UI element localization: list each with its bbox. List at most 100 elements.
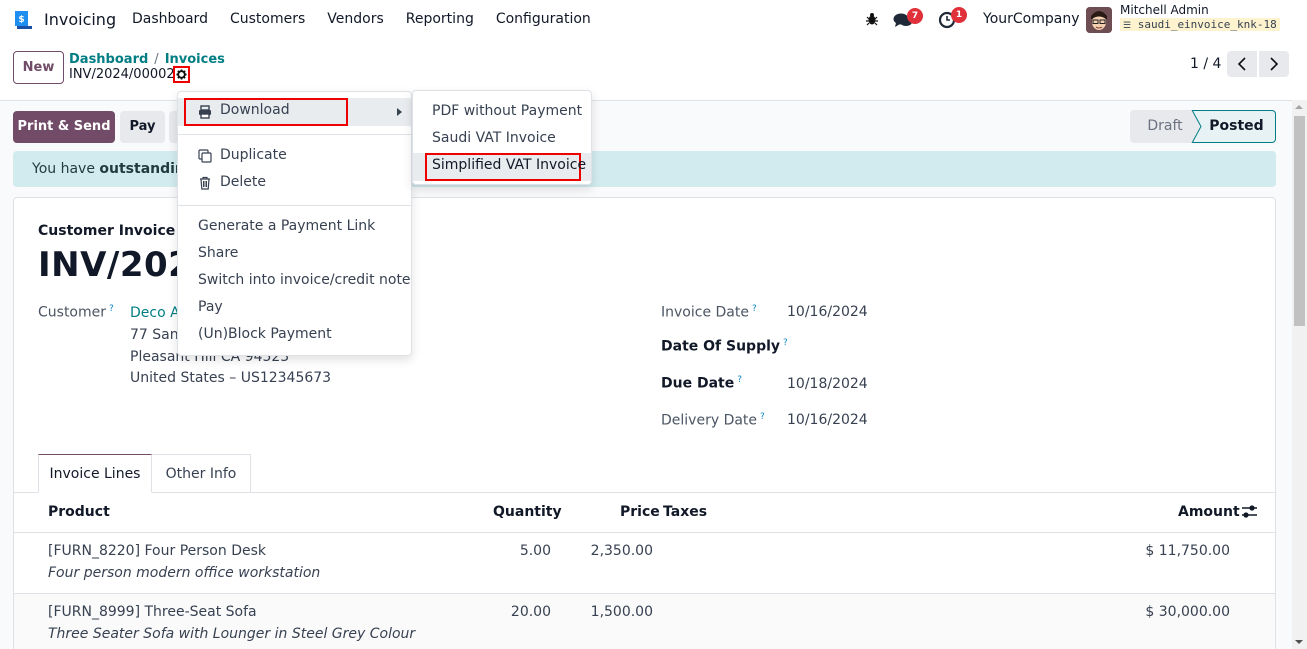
line-product[interactable]: [FURN_8220] Four Person Desk [48, 543, 266, 559]
help-tooltip-icon[interactable]: ? [752, 304, 757, 314]
help-tooltip-icon[interactable]: ? [109, 304, 114, 314]
delivery-date-label: Delivery Date? [661, 412, 765, 429]
due-date-label-text: Due Date [661, 375, 735, 392]
trash-icon [200, 176, 210, 190]
line-amount: $ 11,750.00 [1145, 543, 1230, 559]
pager-previous-button[interactable] [1227, 51, 1257, 77]
invoice-date-label-text: Invoice Date [661, 304, 749, 321]
printer-icon [199, 105, 211, 119]
date-of-supply-label: Date Of Supply? [661, 338, 788, 355]
menu-vendors[interactable]: Vendors [327, 11, 383, 27]
breadcrumb-dashboard[interactable]: Dashboard [69, 52, 148, 67]
line-quantity[interactable]: 20.00 [470, 604, 551, 620]
status-arrow-icon [1185, 110, 1205, 143]
tabs-divider [14, 492, 1275, 493]
debug-bug-icon[interactable] [866, 12, 878, 26]
column-header-quantity[interactable]: Quantity [493, 504, 562, 520]
page-scrollbar[interactable] [1292, 100, 1307, 649]
menu-configuration[interactable]: Configuration [496, 11, 591, 27]
column-header-price[interactable]: Price [620, 504, 660, 520]
menu-divider [178, 205, 411, 206]
duplicate-icon [198, 149, 212, 163]
user-avatar[interactable] [1086, 7, 1112, 33]
invoice-date-label: Invoice Date? [661, 304, 757, 321]
optional-columns-toggle-icon[interactable] [1241, 504, 1258, 519]
column-header-product[interactable]: Product [48, 504, 110, 520]
submenu-item-saudi-vat-invoice[interactable]: Saudi VAT Invoice [432, 130, 556, 146]
gear-icon [176, 69, 187, 80]
customer-label-text: Customer [38, 304, 107, 321]
database-name-text: saudi_einvoice_knk-18 [1137, 18, 1277, 31]
invoicing-app-icon[interactable]: $ [13, 9, 34, 30]
user-name[interactable]: Mitchell Admin [1120, 3, 1209, 17]
date-of-supply-label-text: Date Of Supply [661, 338, 781, 355]
database-icon: ☰ [1123, 21, 1132, 31]
menu-item-unblock-payment[interactable]: (Un)Block Payment [198, 326, 332, 342]
chevron-left-icon [1237, 57, 1246, 71]
print-send-button[interactable]: Print & Send [13, 111, 115, 143]
menu-dashboard[interactable]: Dashboard [132, 11, 208, 27]
pager-value[interactable]: 1 / 4 [1190, 56, 1221, 72]
pager-next-button[interactable] [1259, 51, 1289, 77]
help-tooltip-icon[interactable]: ? [760, 412, 765, 422]
svg-text:$: $ [18, 15, 24, 25]
menu-item-generate-payment-link[interactable]: Generate a Payment Link [198, 218, 375, 234]
line-price[interactable]: 1,500.00 [560, 604, 653, 620]
line-quantity[interactable]: 5.00 [470, 543, 551, 559]
scroll-up-arrow-icon[interactable] [1295, 105, 1303, 109]
download-submenu: PDF without Payment Saudi VAT Invoice Si… [412, 90, 592, 185]
menu-item-download[interactable]: Download [178, 98, 411, 126]
tab-other-info[interactable]: Other Info [152, 454, 251, 493]
line-amount: $ 30,000.00 [1145, 604, 1230, 620]
submenu-item-simplified-vat-invoice[interactable]: Simplified VAT Invoice [432, 157, 586, 173]
breadcrumb-separator: / [154, 52, 159, 67]
actions-dropdown-menu: Download Duplicate Delete Generate a Pay… [177, 91, 412, 356]
line-product[interactable]: [FURN_8999] Three-Seat Sofa [48, 604, 257, 620]
tab-invoice-lines[interactable]: Invoice Lines [38, 454, 152, 493]
top-navbar: $ Invoicing Dashboard Customers Vendors … [0, 0, 1307, 40]
customer-address-street: 77 Sant [130, 327, 185, 343]
menu-reporting[interactable]: Reporting [406, 11, 474, 27]
menu-item-download-label: Download [220, 102, 290, 118]
breadcrumb: Dashboard / Invoices [69, 52, 225, 67]
avatar-face-icon [1086, 7, 1112, 33]
line-description[interactable]: Three Seater Sofa with Lounger in Steel … [48, 626, 415, 642]
table-header-divider [14, 532, 1275, 533]
help-tooltip-icon[interactable]: ? [737, 375, 742, 385]
scroll-down-arrow-icon[interactable] [1295, 640, 1303, 644]
menu-item-switch-invoice-credit-note[interactable]: Switch into invoice/credit note [198, 272, 411, 288]
customer-label: Customer? [38, 304, 114, 321]
column-header-amount[interactable]: Amount [1178, 504, 1240, 520]
new-button[interactable]: New [13, 51, 64, 84]
menu-item-pay[interactable]: Pay [198, 299, 223, 315]
activities-count-badge: 1 [951, 7, 967, 23]
date-of-supply-field[interactable] [787, 338, 907, 356]
actions-gear-button[interactable] [173, 66, 190, 83]
messages-count-badge: 7 [907, 8, 923, 24]
scrollbar-thumb[interactable] [1294, 116, 1305, 326]
app-name[interactable]: Invoicing [44, 10, 116, 29]
due-date-label: Due Date? [661, 375, 742, 392]
company-switcher[interactable]: YourCompany [983, 11, 1080, 27]
main-menu: Dashboard Customers Vendors Reporting Co… [132, 11, 613, 27]
delivery-date-field[interactable]: 10/16/2024 [787, 412, 868, 428]
menu-item-share[interactable]: Share [198, 245, 238, 261]
submenu-item-pdf-without-payment[interactable]: PDF without Payment [432, 103, 582, 119]
menu-item-duplicate-label: Duplicate [220, 147, 287, 163]
menu-divider [178, 134, 411, 135]
menu-item-delete-label: Delete [220, 174, 266, 190]
document-type: Customer Invoice [38, 223, 176, 239]
current-record-name: INV/2024/00002 [69, 67, 175, 82]
customer-address-country: United States – US12345673 [130, 370, 332, 386]
invoice-date-field[interactable]: 10/16/2024 [787, 304, 868, 320]
column-header-taxes[interactable]: Taxes [663, 504, 707, 520]
breadcrumb-invoices[interactable]: Invoices [165, 52, 225, 67]
menu-customers[interactable]: Customers [230, 11, 305, 27]
alert-text-prefix: You have [32, 161, 100, 177]
delivery-date-label-text: Delivery Date [661, 412, 758, 429]
submenu-caret-icon [397, 108, 402, 116]
line-description[interactable]: Four person modern office workstation [48, 565, 320, 581]
line-price[interactable]: 2,350.00 [560, 543, 653, 559]
due-date-field[interactable]: 10/18/2024 [787, 376, 868, 392]
pay-button[interactable]: Pay [120, 111, 165, 143]
